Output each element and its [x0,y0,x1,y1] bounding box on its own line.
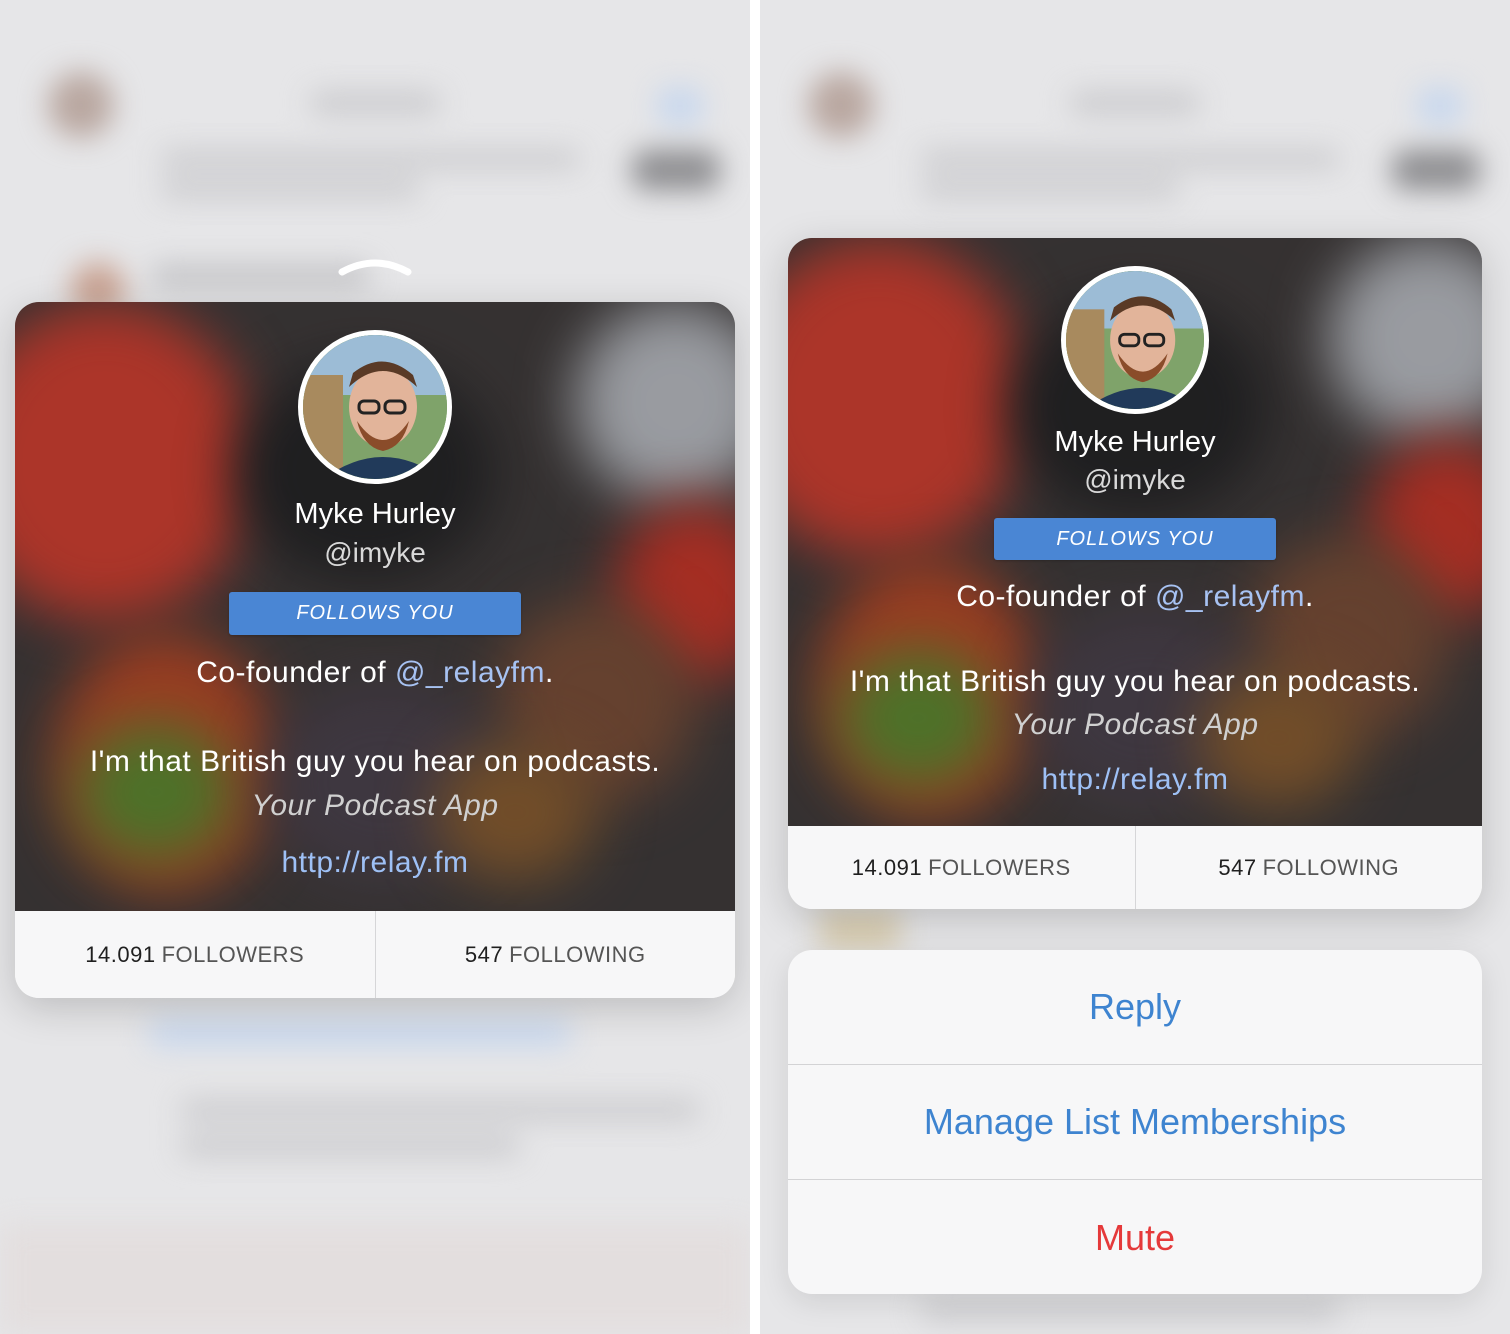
profile-header: Myke Hurley @imyke FOLLOWS YOU Co-founde… [788,238,1482,826]
following-count: 547 [1218,854,1257,880]
follows-you-badge: FOLLOWS YOU [994,518,1276,560]
bg-compose [658,88,702,124]
bio-app-name: Your Podcast App [251,789,499,822]
bg-row [160,180,420,198]
bio-line-2: I'm that British guy you hear on podcast… [849,665,1421,698]
followers-count: 14.091 [85,941,156,967]
bio-mention-link[interactable]: @_relayfm [395,656,545,689]
following-label: FOLLOWING [509,941,646,967]
profile-handle: @imyke [324,537,426,568]
manage-list-memberships-action[interactable]: Manage List Memberships [788,1065,1482,1180]
bg-media [820,910,900,950]
bg-row [920,150,1340,168]
avatar-photo [1066,271,1204,409]
profile-card[interactable]: Myke Hurley @imyke FOLLOWS YOU Co-founde… [15,302,735,998]
follows-you-badge: FOLLOWS YOU [229,592,521,635]
profile-url-link[interactable]: http://relay.fm [788,763,1482,797]
bg-row [920,1300,1340,1320]
peek-screen: Myke Hurley @imyke FOLLOWS YOU Co-founde… [0,0,750,1334]
profile-avatar[interactable] [1061,266,1209,414]
reply-action[interactable]: Reply [788,950,1482,1065]
bio-line-1: Co-founder of @_relayfm. [788,580,1482,614]
following-count: 547 [464,941,504,967]
followers-stat[interactable]: 14.091 FOLLOWERS [788,826,1135,909]
bg-row [180,1100,700,1120]
following-label: FOLLOWING [1262,854,1400,880]
bg-avatar [48,72,114,138]
profile-name: Myke Hurley [294,498,456,530]
followers-stat[interactable]: 14.091 FOLLOWERS [15,911,375,998]
actions-screen: Myke Hurley @imyke FOLLOWS YOU Co-founde… [760,0,1510,1334]
bg-link [150,1020,570,1046]
profile-card[interactable]: Myke Hurley @imyke FOLLOWS YOU Co-founde… [788,238,1482,909]
profile-handle: @imyke [1084,464,1186,495]
bio-mention-link[interactable]: @_relayfm [1155,580,1305,613]
bio-line-2: I'm that British guy you hear on podcast… [89,745,661,778]
peek-action-sheet: Reply Manage List Memberships Mute [788,950,1482,1294]
profile-stats: 14.091 FOLLOWERS 547 FOLLOWING [788,826,1482,909]
bg-title [1070,92,1200,114]
panel-divider [750,0,760,1334]
bg-title [310,92,440,114]
followers-label: FOLLOWERS [928,854,1071,880]
mute-action[interactable]: Mute [788,1180,1482,1294]
bg-row [160,150,580,168]
bg-compose [1418,88,1462,124]
bg-tabbar [0,1224,750,1334]
bg-row [150,266,370,286]
bio-prefix: Co-founder of [956,580,1155,613]
bg-row [920,180,1180,198]
followers-label: FOLLOWERS [161,941,305,967]
profile-header: Myke Hurley @imyke FOLLOWS YOU Co-founde… [15,302,735,911]
following-stat[interactable]: 547 FOLLOWING [1134,826,1483,909]
bg-segment [1392,150,1480,190]
bio-suffix: . [544,656,554,689]
bg-row [180,1136,520,1156]
profile-avatar[interactable] [298,330,452,484]
bio-prefix: Co-founder of [196,656,395,689]
bio-suffix: . [1304,580,1314,613]
profile-name: Myke Hurley [1054,426,1216,458]
chevron-up-icon[interactable] [338,252,412,278]
bio-app-name: Your Podcast App [1011,708,1259,741]
bg-segment [632,150,720,190]
followers-count: 14.091 [851,854,923,880]
following-stat[interactable]: 547 FOLLOWING [374,911,736,998]
bio-line-1: Co-founder of @_relayfm. [15,656,735,690]
profile-stats: 14.091 FOLLOWERS 547 FOLLOWING [15,911,735,998]
bg-avatar [808,72,874,138]
profile-url-link[interactable]: http://relay.fm [15,846,735,880]
avatar-photo [303,335,447,479]
